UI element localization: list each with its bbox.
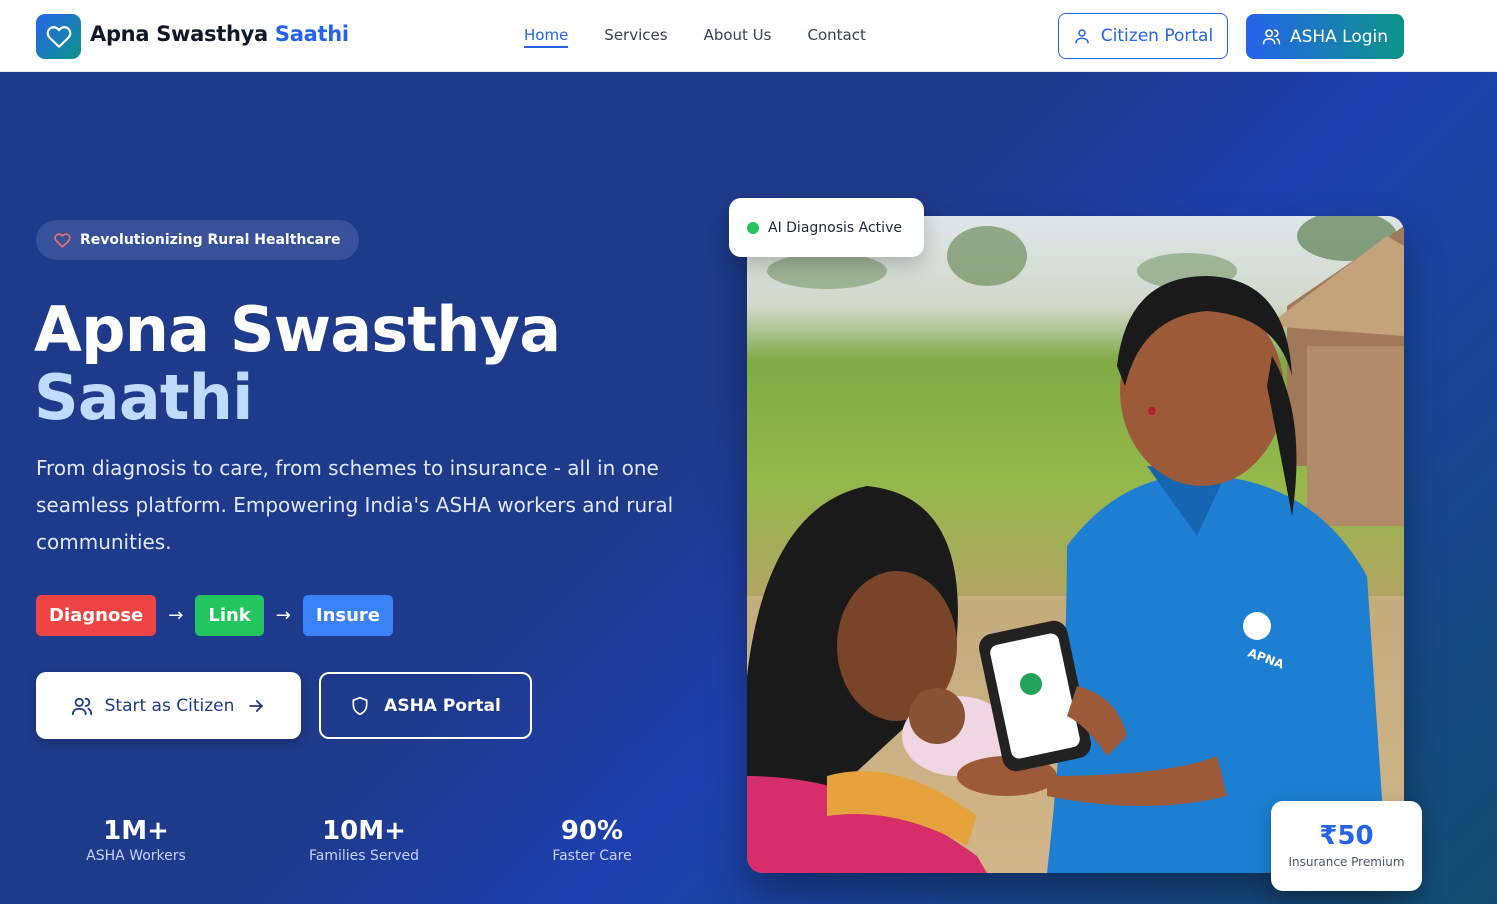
hero-badge: Revolutionizing Rural Healthcare	[36, 220, 359, 260]
brand-main: Apna Swasthya	[90, 22, 268, 46]
stat-asha-workers: 1M+ ASHA Workers	[36, 816, 236, 864]
heart-icon	[46, 25, 71, 48]
stat-value: 1M+	[103, 816, 169, 846]
arrow-right-icon: →	[168, 605, 184, 626]
hero-title-line1: Apna Swasthya	[34, 293, 561, 366]
nav-link-contact[interactable]: Contact	[807, 26, 865, 48]
asha-login-label: ASHA Login	[1289, 26, 1389, 47]
nav-link-home[interactable]: Home	[524, 26, 569, 48]
hero-title-line2: Saathi	[34, 361, 253, 434]
asha-portal-button[interactable]: ASHA Portal	[319, 672, 532, 739]
flow-step-link: Link	[195, 595, 264, 636]
hero-title: Apna Swasthya Saathi	[34, 293, 561, 434]
hero-photo: APNA	[747, 216, 1404, 873]
ai-diagnosis-label: AI Diagnosis Active	[768, 219, 902, 236]
nav-links: Home Services About Us Contact	[524, 26, 902, 48]
brand-name[interactable]: Apna Swasthya Saathi	[90, 22, 349, 46]
users-icon	[1262, 29, 1281, 45]
user-icon	[1075, 29, 1089, 44]
stat-label: ASHA Workers	[86, 848, 186, 864]
nav-link-about[interactable]: About Us	[704, 26, 772, 48]
arrow-right-icon	[249, 699, 264, 712]
hero-section: Revolutionizing Rural Healthcare Apna Sw…	[0, 72, 1497, 904]
logo[interactable]	[36, 14, 81, 59]
stat-label: Families Served	[308, 848, 420, 864]
process-flow: Diagnose → Link → Insure	[36, 595, 393, 636]
start-as-citizen-label: Start as Citizen	[104, 695, 235, 716]
ai-diagnosis-badge: AI Diagnosis Active	[729, 198, 924, 257]
citizen-portal-label: Citizen Portal	[1100, 26, 1214, 46]
flow-step-insure: Insure	[302, 595, 393, 636]
start-as-citizen-button[interactable]: Start as Citizen	[36, 672, 301, 739]
stat-value: 10M+	[322, 816, 406, 846]
asha-portal-label: ASHA Portal	[384, 695, 501, 716]
brand-accent: Saathi	[274, 22, 349, 46]
nav-link-services[interactable]: Services	[604, 26, 667, 48]
insurance-premium-card: ₹50 Insurance Premium	[1271, 801, 1422, 891]
asha-login-button[interactable]: ASHA Login	[1246, 14, 1404, 59]
stat-label: Faster Care	[552, 848, 632, 864]
hero-description: From diagnosis to care, from schemes to …	[36, 456, 674, 554]
stat-value: 90%	[560, 816, 624, 846]
premium-label: Insurance Premium	[1288, 855, 1405, 869]
asha-worker-illustration: APNA	[747, 216, 1404, 873]
users-icon	[71, 697, 92, 715]
citizen-portal-button[interactable]: Citizen Portal	[1058, 13, 1228, 59]
top-navbar: Apna Swasthya Saathi Home Services About…	[0, 0, 1497, 72]
flow-step-diagnose: Diagnose	[36, 595, 157, 636]
heart-outline-icon	[54, 232, 71, 248]
arrow-right-icon: →	[275, 605, 291, 626]
shield-icon	[352, 696, 368, 715]
stat-faster-care: 90% Faster Care	[492, 816, 692, 864]
status-dot-icon	[747, 221, 759, 234]
premium-value: ₹50	[1319, 821, 1374, 851]
stat-families-served: 10M+ Families Served	[264, 816, 464, 864]
hero-badge-text: Revolutionizing Rural Healthcare	[80, 232, 341, 248]
